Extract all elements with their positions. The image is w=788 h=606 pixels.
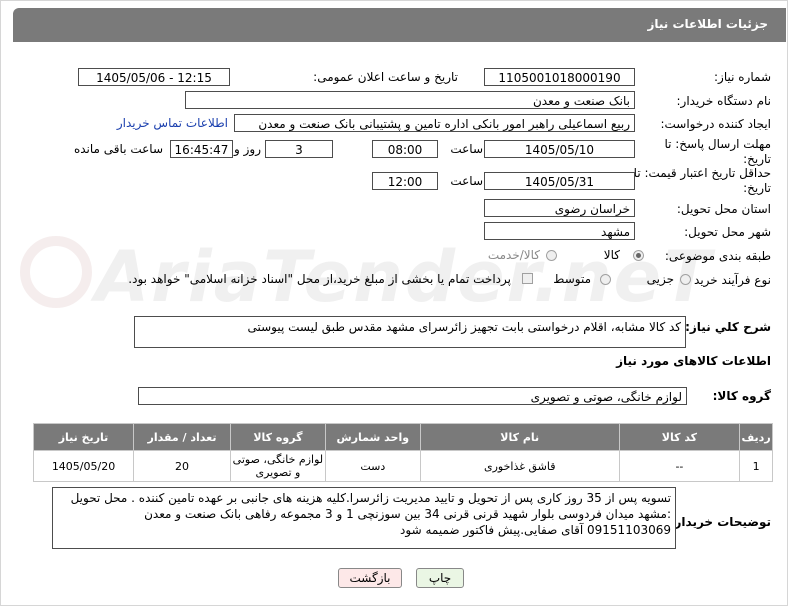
category-goods-service-radio[interactable] <box>546 250 557 261</box>
page-header: جزئیات اطلاعات نیاز <box>13 8 786 42</box>
category-goods-service-label: کالا/خدمت <box>487 248 540 262</box>
table-row: 1 -- قاشق غذاخوری دست لوازم خانگی، صوتی … <box>32 450 773 482</box>
validity-date-field: 1405/05/31 <box>484 172 635 190</box>
col-quantity: تعداد / مقدار <box>133 423 231 451</box>
cell-code: -- <box>618 450 741 482</box>
goods-info-heading: اطلاعات کالاهای مورد نیاز <box>616 354 771 368</box>
process-medium-label: متوسط <box>553 272 591 286</box>
back-button[interactable]: بازگشت <box>338 568 402 588</box>
treasury-payment-checkbox[interactable] <box>522 273 533 284</box>
cell-group: لوازم خانگی، صوتی و تصویری <box>229 450 326 482</box>
description-label: شرح کلي نياز: <box>685 320 771 334</box>
day-and-label: روز و <box>234 142 261 156</box>
treasury-payment-note: پرداخت تمام یا بخشی از مبلغ خرید،از محل … <box>128 272 511 286</box>
process-minor-radio[interactable] <box>680 274 691 285</box>
buyer-org-field: بانک صنعت و معدن <box>185 91 635 109</box>
reply-time-field: 08:00 <box>372 140 438 158</box>
col-row: ردیف <box>739 423 773 451</box>
province-label: استان محل تحویل: <box>676 202 771 216</box>
reply-time-label: ساعت <box>450 142 483 156</box>
goods-group-label: گروه کالا: <box>712 389 771 403</box>
buyer-notes-textarea[interactable]: تسویه پس از 35 روز کاری پس از تحویل و تا… <box>52 487 676 549</box>
province-field: خراسان رضوی <box>484 199 635 217</box>
watermark-logo <box>20 236 92 308</box>
category-label: طبقه بندی موضوعی: <box>664 249 771 263</box>
category-goods-radio[interactable] <box>633 250 644 261</box>
requester-label: ایجاد کننده درخواست: <box>660 117 771 131</box>
process-minor-label: جزیی <box>646 272 674 286</box>
col-name: نام کالا <box>419 423 620 451</box>
print-button[interactable]: چاپ <box>416 568 464 588</box>
col-need-date: تاریخ نیاز <box>32 423 135 451</box>
reply-date-field: 1405/05/10 <box>484 140 635 158</box>
reply-deadline-label: مهلت ارسال پاسخ: تا تاریخ: <box>664 137 771 166</box>
page-title: جزئیات اطلاعات نیاز <box>647 17 768 31</box>
goods-table-header: ردیف کد کالا نام کالا واحد شمارش گروه کا… <box>32 423 773 451</box>
need-number-field: 1105001018000190 <box>484 68 635 86</box>
col-code: کد کالا <box>618 423 741 451</box>
requester-field: ربیع اسماعیلی راهبر امور بانکی اداره تام… <box>234 114 635 132</box>
cell-name: قاشق غذاخوری <box>419 450 620 482</box>
need-number-label: شماره نیاز: <box>714 70 771 84</box>
buyer-contact-link[interactable]: اطلاعات تماس خریدار <box>117 116 228 130</box>
cell-unit: دست <box>324 450 421 482</box>
col-unit: واحد شمارش <box>324 423 421 451</box>
buyer-org-label: نام دستگاه خریدار: <box>676 94 772 108</box>
remaining-label: ساعت باقی مانده <box>73 142 163 156</box>
buyer-notes-label: توضیحات خریدار: <box>669 515 771 529</box>
validity-time-field: 12:00 <box>372 172 438 190</box>
category-goods-label: کالا <box>603 248 620 262</box>
cell-row: 1 <box>739 450 773 482</box>
announce-datetime-field: 1405/05/06 - 12:15 <box>78 68 230 86</box>
remaining-time-field: 16:45:47 <box>170 140 233 158</box>
reply-days-field: 3 <box>265 140 333 158</box>
city-field: مشهد <box>484 222 635 240</box>
validity-time-label: ساعت <box>450 174 483 188</box>
cell-quantity: 20 <box>133 450 231 482</box>
description-textarea[interactable]: کد کالا مشابه، اقلام درخواستی بابت تجهیز… <box>134 316 686 348</box>
price-validity-label: حداقل تاریخ اعتبار قیمت: تا تاریخ: <box>633 166 771 195</box>
process-type-label: نوع فرآیند خرید : <box>686 273 771 287</box>
cell-need-date: 1405/05/20 <box>32 450 135 482</box>
city-label: شهر محل تحویل: <box>684 225 771 239</box>
goods-table: ردیف کد کالا نام کالا واحد شمارش گروه کا… <box>32 423 773 482</box>
process-medium-radio[interactable] <box>600 274 611 285</box>
col-group: گروه کالا <box>229 423 326 451</box>
announce-datetime-label: تاریخ و ساعت اعلان عمومی: <box>313 70 458 84</box>
goods-group-field: لوازم خانگی، صوتی و تصویری <box>138 387 687 405</box>
